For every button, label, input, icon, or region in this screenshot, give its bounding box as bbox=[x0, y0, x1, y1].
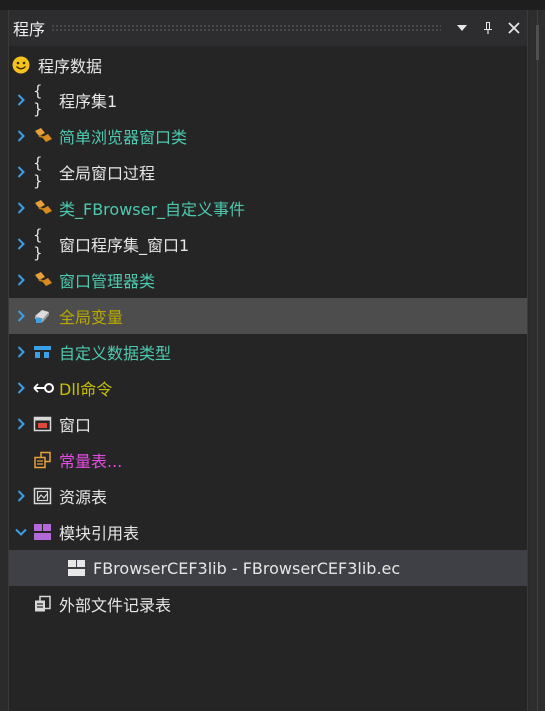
tree-item-label: 窗口管理器类 bbox=[59, 272, 156, 291]
chevron-right-icon[interactable] bbox=[9, 262, 33, 298]
braces-icon: { } bbox=[33, 82, 44, 118]
tree-item-assembly1[interactable]: { } 程序集1 bbox=[9, 82, 527, 118]
module-icon bbox=[33, 514, 59, 550]
edge-tick bbox=[536, 25, 539, 60]
chevron-placeholder bbox=[9, 586, 33, 622]
tree-item-custom-data-type[interactable]: 自定义数据类型 bbox=[9, 334, 527, 370]
tree-item-label: 外部文件记录表 bbox=[59, 596, 172, 615]
close-icon[interactable] bbox=[501, 22, 527, 34]
top-strip bbox=[0, 0, 545, 10]
smiley-icon bbox=[9, 47, 38, 83]
pin-icon[interactable] bbox=[475, 21, 501, 35]
chevron-placeholder bbox=[9, 442, 33, 478]
caret-down-icon[interactable] bbox=[449, 25, 475, 31]
tree-root-label: 程序数据 bbox=[38, 57, 103, 76]
chevron-right-icon[interactable] bbox=[9, 478, 33, 514]
global-variable-icon bbox=[33, 298, 59, 334]
tree-item-label: 全局变量 bbox=[59, 308, 124, 327]
tree-item-simple-browser-window-class[interactable]: 简单浏览器窗口类 bbox=[9, 118, 527, 154]
tree-item-resources[interactable]: 资源表 bbox=[9, 478, 527, 514]
chevron-right-icon[interactable] bbox=[9, 406, 33, 442]
right-edge bbox=[529, 10, 545, 711]
class-icon bbox=[33, 118, 59, 154]
tree-item-label: 简单浏览器窗口类 bbox=[59, 128, 188, 147]
tree-item-fbrowser-module[interactable]: FBrowserCEF3lib - FBrowserCEF3lib.ec bbox=[9, 550, 527, 586]
chevron-right-icon[interactable] bbox=[9, 190, 33, 226]
tree-root[interactable]: 程序数据 bbox=[9, 48, 527, 82]
resource-icon bbox=[33, 478, 59, 514]
tree-item-label: 资源表 bbox=[59, 488, 108, 507]
chevron-right-icon[interactable] bbox=[9, 370, 33, 406]
tree-item-global-variables[interactable]: 全局变量 bbox=[9, 298, 527, 334]
chevron-right-icon[interactable] bbox=[9, 334, 33, 370]
tree-item-fbrowser-custom-event-class[interactable]: 类_FBrowser_自定义事件 bbox=[9, 190, 527, 226]
data-type-icon bbox=[33, 334, 59, 370]
chevron-right-icon[interactable] bbox=[9, 118, 33, 154]
tree-item-window-manager-class[interactable]: 窗口管理器类 bbox=[9, 262, 527, 298]
program-tree: 程序数据 { } 程序集1 简单浏览器窗口类 {} 全局窗口过程 类_FBro… bbox=[9, 48, 527, 622]
tree-item-label: 全局窗口过程 bbox=[59, 164, 156, 183]
constant-icon bbox=[33, 442, 59, 478]
chevron-right-icon[interactable] bbox=[9, 226, 33, 262]
tree-item-label: 常量表... bbox=[59, 452, 123, 471]
braces-icon: { } bbox=[33, 154, 44, 190]
tree-item-label: 自定义数据类型 bbox=[59, 344, 172, 363]
class-icon bbox=[33, 190, 59, 226]
tree-item-window-assembly[interactable]: { } 窗口程序集_窗口1 bbox=[9, 226, 527, 262]
tree-item-external-files[interactable]: 外部文件记录表 bbox=[9, 586, 527, 622]
chevron-right-icon[interactable] bbox=[9, 154, 33, 190]
tree-item-constants[interactable]: 常量表... bbox=[9, 442, 527, 478]
tree-item-label: 类_FBrowser_自定义事件 bbox=[59, 200, 246, 219]
class-icon bbox=[33, 262, 59, 298]
window-icon bbox=[33, 406, 59, 442]
edge-divider bbox=[537, 10, 538, 711]
tree-item-label: 窗口程序集_窗口1 bbox=[59, 236, 190, 255]
tree-item-dll-commands[interactable]: Dll命令 bbox=[9, 370, 527, 406]
panel-title: 程序 bbox=[13, 20, 46, 39]
tree-item-label: Dll命令 bbox=[59, 380, 113, 399]
chevron-right-icon[interactable] bbox=[9, 298, 33, 334]
external-file-icon bbox=[33, 586, 59, 622]
panel-titlebar: 程序 bbox=[9, 10, 527, 46]
tree-item-module-references[interactable]: 模块引用表 bbox=[9, 514, 527, 550]
tree-item-label: 模块引用表 bbox=[59, 524, 140, 543]
program-panel: 程序 程序数据 {} 程序集1 简单浏览器窗口类 {} 全局窗口过程 类_F… bbox=[8, 10, 528, 711]
module-file-icon bbox=[67, 550, 93, 586]
tree-item-label: 程序集1 bbox=[59, 92, 118, 111]
tree-item-label: FBrowserCEF3lib - FBrowserCEF3lib.ec bbox=[93, 558, 401, 578]
braces-icon: { } bbox=[33, 226, 44, 262]
tree-item-global-window-proc[interactable]: { } 全局窗口过程 bbox=[9, 154, 527, 190]
tree-item-label: 窗口 bbox=[59, 416, 92, 435]
chevron-down-icon[interactable] bbox=[9, 514, 33, 550]
tree-item-window[interactable]: 窗口 bbox=[9, 406, 527, 442]
chevron-right-icon[interactable] bbox=[9, 82, 33, 118]
dll-icon bbox=[33, 370, 59, 406]
titlebar-grip[interactable] bbox=[51, 24, 441, 32]
